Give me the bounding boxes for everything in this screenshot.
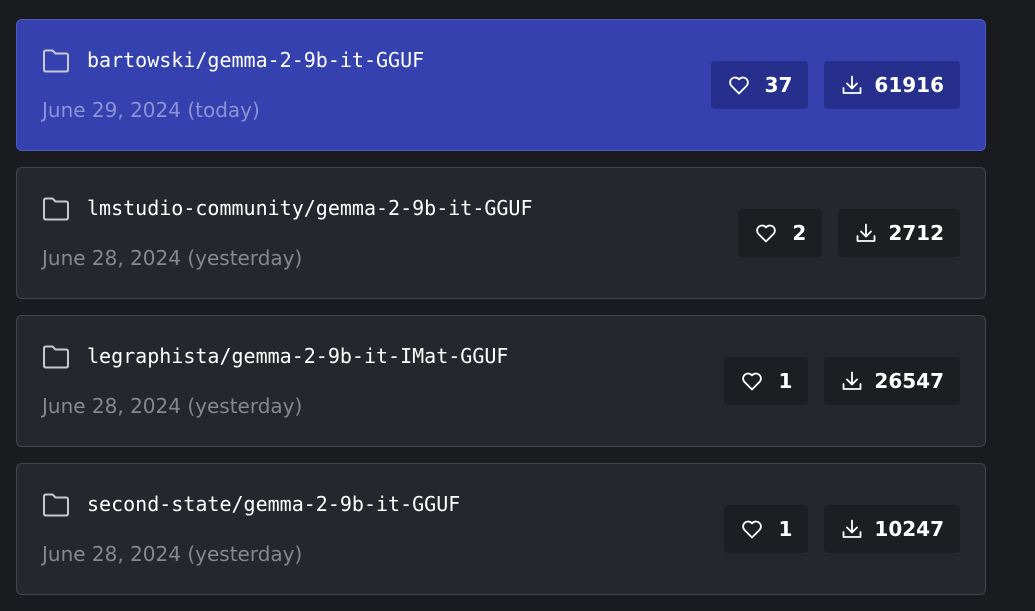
heart-icon [742, 520, 763, 539]
model-name[interactable]: lmstudio-community/gemma-2-9b-it-GGUF [87, 196, 533, 220]
likes-badge[interactable]: 37 [710, 61, 809, 109]
model-date: June 29, 2024 (today) [42, 98, 260, 122]
downloads-count: 61916 [874, 73, 944, 97]
model-card[interactable]: second-state/gemma-2-9b-it-GGUF June 28,… [16, 463, 986, 595]
heart-icon [728, 76, 749, 95]
likes-count: 2 [792, 221, 807, 245]
downloads-count: 26547 [874, 369, 944, 393]
model-results-list: bartowski/gemma-2-9b-it-GGUF June 29, 20… [16, 19, 986, 611]
model-stats: 37 61916 [710, 61, 960, 109]
downloads-count: 10247 [874, 517, 944, 541]
downloads-badge[interactable]: 26547 [824, 357, 960, 405]
model-stats: 1 10247 [724, 505, 960, 553]
model-card[interactable]: lmstudio-community/gemma-2-9b-it-GGUF Ju… [16, 167, 986, 299]
heart-icon [742, 372, 763, 391]
download-icon [843, 75, 862, 94]
downloads-count: 2712 [888, 221, 944, 245]
model-name[interactable]: bartowski/gemma-2-9b-it-GGUF [87, 48, 424, 72]
download-icon [856, 223, 876, 242]
folder-icon [43, 49, 69, 73]
model-date: June 28, 2024 (yesterday) [42, 542, 303, 566]
likes-count: 37 [764, 73, 793, 97]
likes-badge[interactable]: 2 [738, 209, 823, 257]
downloads-badge[interactable]: 2712 [838, 209, 960, 257]
heart-icon [756, 224, 777, 243]
likes-badge[interactable]: 1 [724, 357, 809, 405]
downloads-badge[interactable]: 10247 [824, 505, 960, 553]
model-stats: 1 26547 [724, 357, 960, 405]
model-card[interactable]: legraphista/gemma-2-9b-it-IMat-GGUF June… [16, 315, 986, 447]
model-date: June 28, 2024 (yesterday) [42, 394, 303, 418]
likes-count: 1 [778, 369, 793, 393]
likes-badge[interactable]: 1 [724, 505, 809, 553]
folder-icon [43, 493, 69, 517]
model-name[interactable]: legraphista/gemma-2-9b-it-IMat-GGUF [87, 344, 508, 368]
download-icon [843, 371, 862, 390]
model-name[interactable]: second-state/gemma-2-9b-it-GGUF [87, 492, 460, 516]
likes-count: 1 [778, 517, 793, 541]
folder-icon [43, 197, 69, 221]
download-icon [843, 519, 862, 538]
model-date: June 28, 2024 (yesterday) [42, 246, 303, 270]
folder-icon [43, 345, 69, 369]
downloads-badge[interactable]: 61916 [824, 61, 960, 109]
model-card[interactable]: bartowski/gemma-2-9b-it-GGUF June 29, 20… [16, 19, 986, 151]
model-stats: 2 2712 [738, 209, 960, 257]
